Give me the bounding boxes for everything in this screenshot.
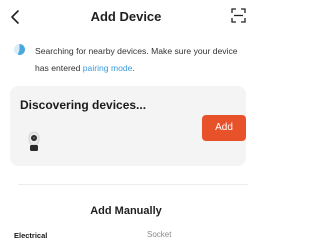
divider	[18, 184, 248, 185]
pairing-mode-link[interactable]: pairing mode	[83, 63, 133, 73]
scan-icon[interactable]	[231, 8, 246, 23]
discover-title: Discovering devices...	[20, 98, 147, 112]
category-socket[interactable]: Socket	[147, 230, 171, 239]
search-message-text: Searching for nearby devices. Make sure …	[35, 46, 238, 73]
search-message: Searching for nearby devices. Make sure …	[35, 43, 247, 77]
page-title: Add Device	[90, 9, 162, 24]
camera-device-icon	[28, 131, 40, 151]
add-manually-title: Add Manually	[90, 205, 162, 217]
loading-spinner-icon	[14, 44, 25, 55]
discover-card: Discovering devices... Add	[10, 86, 246, 166]
header: Add Device	[0, 0, 252, 34]
category-electrical[interactable]: Electrical	[14, 231, 47, 240]
search-message-end: .	[132, 63, 135, 73]
add-button[interactable]: Add	[202, 115, 246, 141]
